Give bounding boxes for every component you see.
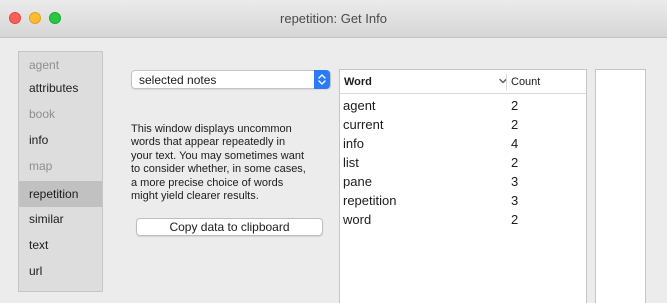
chevron-up-down-icon (314, 70, 330, 89)
sidebar-item-text[interactable]: text (19, 232, 102, 258)
word-cell: repetition (343, 193, 397, 208)
word-cell: info (343, 136, 364, 151)
table-row[interactable]: repetition 3 (340, 191, 586, 210)
count-cell: 2 (511, 117, 519, 132)
table-header: Word Count (340, 70, 586, 94)
count-cell: 2 (511, 98, 519, 113)
word-cell: list (343, 155, 359, 170)
word-cell: pane (343, 174, 372, 189)
table-row[interactable]: pane 3 (340, 172, 586, 191)
table-row[interactable]: current 2 (340, 115, 586, 134)
word-cell: word (343, 212, 372, 227)
description-line: This window displays uncommon (131, 123, 292, 135)
sidebar-item-repetition[interactable]: repetition (19, 181, 102, 207)
word-cell: agent (343, 98, 376, 113)
sidebar-item-url[interactable]: url (19, 258, 102, 284)
count-cell: 3 (511, 193, 519, 208)
column-header-word[interactable]: Word (344, 76, 372, 88)
count-cell: 4 (511, 136, 519, 151)
sidebar-item-info[interactable]: info (19, 127, 102, 153)
table-row[interactable]: word 2 (340, 210, 586, 229)
count-cell: 3 (511, 174, 519, 189)
info-window-content: agent attributes book info map repetitio… (0, 39, 667, 303)
table-row[interactable]: agent 2 (340, 96, 586, 115)
window-title: repetition: Get Info (280, 11, 387, 26)
description-line: a more precise choice of words (131, 176, 284, 189)
preview-pane (595, 69, 646, 303)
description-line: to consider whether, in some cases, (131, 163, 306, 176)
sidebar-item-similar[interactable]: similar (19, 206, 102, 232)
column-divider[interactable] (506, 74, 507, 90)
count-cell: 2 (511, 212, 519, 227)
scope-popup-button[interactable]: selected notes (131, 70, 331, 89)
description-line: words that appear repeatedly in (131, 136, 286, 149)
word-count-table: Word Count agent 2 current 2 info 4 list… (339, 69, 587, 303)
title-bar: repetition: Get Info (0, 0, 667, 38)
sidebar-item-book[interactable]: book (19, 101, 102, 127)
scope-popup-label: selected notes (139, 73, 217, 87)
sidebar-item-attributes[interactable]: attributes (19, 75, 102, 101)
description-line: might yield clearer results. (131, 190, 259, 203)
column-header-count[interactable]: Count (511, 76, 540, 88)
copy-to-clipboard-button[interactable]: Copy data to clipboard (136, 218, 323, 236)
description-text: This window displays uncommon words that… (131, 123, 331, 203)
word-cell: current (343, 117, 384, 132)
sidebar-item-map[interactable]: map (19, 153, 102, 179)
sidebar: agent attributes book info map repetitio… (18, 51, 103, 292)
description-line: your text. You may sometimes want (131, 149, 305, 162)
count-cell: 2 (511, 155, 519, 170)
table-row[interactable]: list 2 (340, 153, 586, 172)
table-row[interactable]: info 4 (340, 134, 586, 153)
